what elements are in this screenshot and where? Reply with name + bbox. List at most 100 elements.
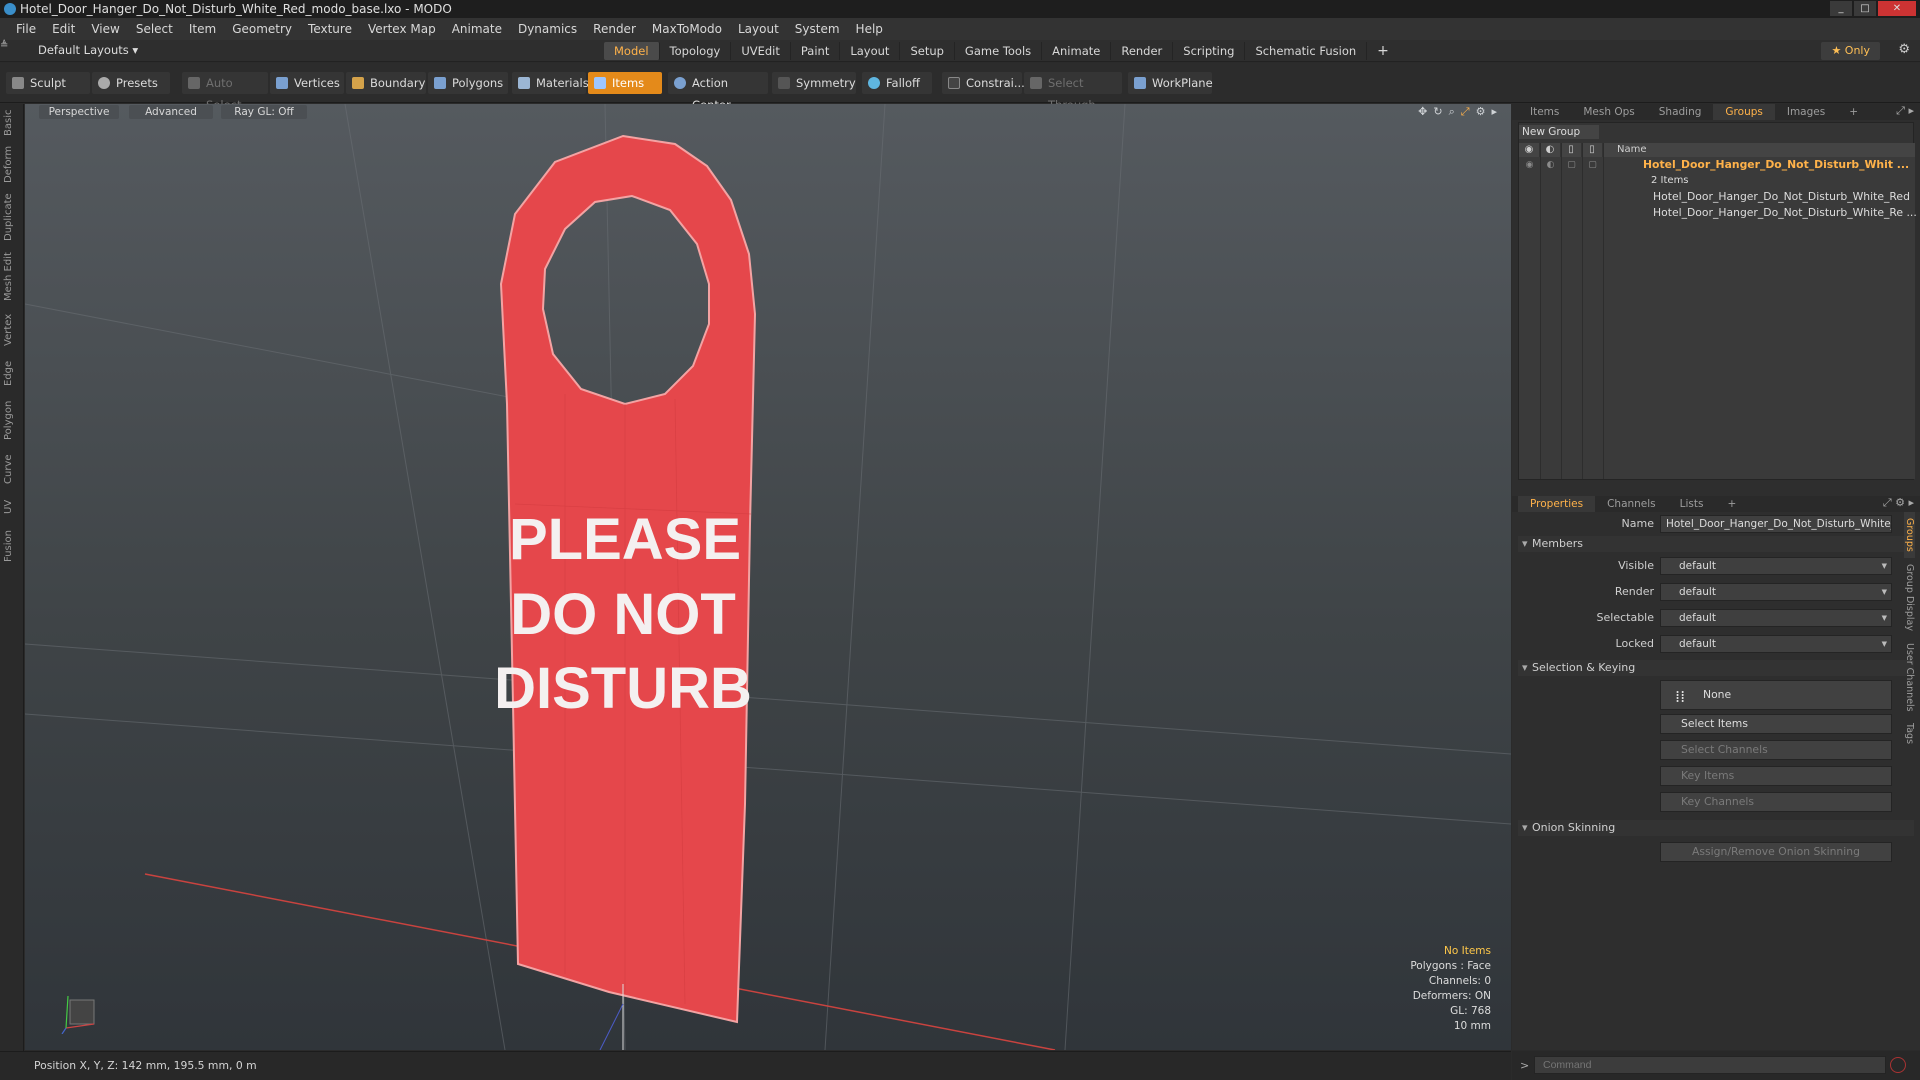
tab-groups[interactable]: Groups (1713, 104, 1775, 120)
close-button[interactable]: ✕ (1878, 1, 1916, 16)
vtab-tags[interactable]: Tags (1904, 717, 1915, 750)
tab-render[interactable]: Render (1111, 42, 1174, 60)
action-center-button[interactable]: Action Center (668, 72, 768, 112)
maximize-viewport-icon[interactable]: ⤢ (1461, 105, 1470, 119)
sculpt-button[interactable]: Sculpt (6, 72, 90, 94)
menu-maxtomodo[interactable]: MaxToModo (644, 18, 730, 40)
lock-column-icon[interactable]: ▯ (1561, 143, 1582, 157)
materials-button[interactable]: Materials (512, 72, 589, 94)
advanced-dropdown[interactable]: Advanced (129, 105, 213, 119)
menu-render[interactable]: Render (585, 18, 644, 40)
minimize-button[interactable]: _ (1830, 1, 1852, 16)
menu-vertex-map[interactable]: Vertex Map (360, 18, 444, 40)
add-properties-tab-button[interactable]: + (1715, 496, 1748, 512)
select-column-icon[interactable]: ▯ (1582, 143, 1603, 157)
tab-uv[interactable]: UV (3, 494, 21, 520)
constraints-button[interactable]: Constrai... (942, 72, 1025, 94)
lock-toggle-icon[interactable]: ▢ (1561, 157, 1582, 173)
vtab-groups[interactable]: Groups (1904, 512, 1915, 558)
tab-schematic-fusion[interactable]: Schematic Fusion (1245, 42, 1368, 60)
presets-button[interactable]: Presets (92, 72, 170, 94)
select-items-button[interactable]: Select Items (1660, 714, 1892, 734)
name-field[interactable]: Hotel_Door_Hanger_Do_Not_Disturb_White_F (1660, 515, 1892, 533)
viewport-gear-icon[interactable]: ⚙ (1476, 105, 1486, 119)
tab-shading[interactable]: Shading (1647, 104, 1714, 120)
raygl-dropdown[interactable]: Ray GL: Off (221, 105, 307, 119)
new-group-button[interactable]: New Group (1519, 125, 1599, 139)
boundary-button[interactable]: Boundary (346, 72, 426, 94)
render-toggle-icon[interactable]: ◐ (1540, 157, 1561, 173)
tab-images[interactable]: Images (1775, 104, 1837, 120)
tab-basic[interactable]: Basic (3, 108, 21, 138)
none-button[interactable]: ⁞⁞ None (1660, 680, 1892, 710)
falloff-button[interactable]: Falloff (862, 72, 932, 94)
menu-animate[interactable]: Animate (444, 18, 510, 40)
add-tab-button[interactable]: + (1367, 42, 1399, 60)
items-button[interactable]: Items (588, 72, 662, 94)
tab-paint[interactable]: Paint (791, 42, 841, 60)
list-item[interactable]: Hotel_Door_Hanger_Do_Not_Disturb_White_R… (1519, 205, 1917, 221)
vtab-user-channels[interactable]: User Channels (1904, 637, 1915, 718)
symmetry-button[interactable]: Symmetry (772, 72, 856, 94)
3d-viewport[interactable]: PLEASE DO NOT DISTURB Perspective Advanc… (25, 104, 1511, 1050)
select-channels-button[interactable]: Select Channels (1660, 740, 1892, 760)
menu-item[interactable]: Item (181, 18, 224, 40)
menu-help[interactable]: Help (848, 18, 891, 40)
vtab-group-display[interactable]: Group Display (1904, 558, 1915, 637)
gear-icon[interactable]: ⚙ (1898, 42, 1910, 57)
polygons-button[interactable]: Polygons (428, 72, 508, 94)
panel-expand-icon[interactable]: ⤢ ▸ (1896, 104, 1914, 118)
tab-mesh-ops[interactable]: Mesh Ops (1571, 104, 1646, 120)
tab-mesh-edit[interactable]: Mesh Edit (3, 250, 21, 304)
key-items-button[interactable]: Key Items (1660, 766, 1892, 786)
menu-select[interactable]: Select (128, 18, 181, 40)
render-column-icon[interactable]: ◐ (1540, 143, 1561, 157)
selection-keying-section-header[interactable]: Selection & Keying (1518, 660, 1914, 676)
command-history-icon[interactable] (1890, 1057, 1906, 1073)
tab-animate[interactable]: Animate (1042, 42, 1112, 60)
menu-file[interactable]: File (8, 18, 44, 40)
group-row[interactable]: ◉ ◐ ▢ ▢ Hotel_Door_Hanger_Do_Not_Disturb… (1519, 157, 1915, 173)
select-through-button[interactable]: Select Through (1024, 72, 1122, 112)
menu-view[interactable]: View (83, 18, 127, 40)
tab-deform[interactable]: Deform (3, 144, 21, 184)
visibility-column-eye-icon[interactable]: ◉ (1519, 143, 1540, 157)
tab-polygon[interactable]: Polygon (3, 396, 21, 444)
key-channels-button[interactable]: Key Channels (1660, 792, 1892, 812)
tab-items[interactable]: Items (1518, 104, 1571, 120)
tab-lists[interactable]: Lists (1668, 496, 1716, 512)
render-dropdown[interactable]: default (1660, 583, 1892, 601)
vertices-button[interactable]: Vertices (270, 72, 344, 94)
tab-scripting[interactable]: Scripting (1173, 42, 1246, 60)
tab-uvedit[interactable]: UVEdit (731, 42, 791, 60)
list-item[interactable]: Hotel_Door_Hanger_Do_Not_Disturb_White_R… (1519, 189, 1915, 205)
tab-curve[interactable]: Curve (3, 450, 21, 488)
name-column-header[interactable]: Name (1603, 143, 1647, 157)
tab-vertex[interactable]: Vertex (3, 310, 21, 350)
tab-channels[interactable]: Channels (1595, 496, 1668, 512)
only-button[interactable]: ★ Only (1821, 42, 1880, 60)
select-toggle-icon[interactable]: ▢ (1582, 157, 1603, 173)
door-hanger-mesh[interactable] (499, 134, 757, 1024)
tab-setup[interactable]: Setup (900, 42, 955, 60)
visible-dropdown[interactable]: default (1660, 557, 1892, 575)
tab-topology[interactable]: Topology (660, 42, 732, 60)
tab-edge[interactable]: Edge (3, 356, 21, 390)
pan-icon[interactable]: ✥ (1418, 105, 1427, 119)
tab-layout[interactable]: Layout (840, 42, 901, 60)
viewport-menu-arrow-icon[interactable]: ▸ (1491, 105, 1497, 119)
selectable-dropdown[interactable]: default (1660, 609, 1892, 627)
tab-model[interactable]: Model (604, 42, 660, 60)
assign-remove-onion-skinning-button[interactable]: Assign/Remove Onion Skinning (1660, 842, 1892, 862)
workplane-button[interactable]: WorkPlane (1128, 72, 1213, 94)
rotate-icon[interactable]: ↻ (1433, 105, 1442, 119)
tab-properties[interactable]: Properties (1518, 496, 1596, 512)
tab-fusion[interactable]: Fusion (3, 526, 21, 566)
zoom-icon[interactable]: ⌕ (1449, 105, 1455, 119)
onion-skinning-section-header[interactable]: Onion Skinning (1518, 820, 1914, 836)
default-layouts-dropdown[interactable]: Default Layouts ▾ (14, 43, 138, 57)
visibility-eye-icon[interactable]: ◉ (1519, 157, 1540, 173)
add-panel-tab-button[interactable]: + (1837, 104, 1870, 120)
menu-geometry[interactable]: Geometry (224, 18, 300, 40)
tab-duplicate[interactable]: Duplicate (3, 190, 21, 244)
